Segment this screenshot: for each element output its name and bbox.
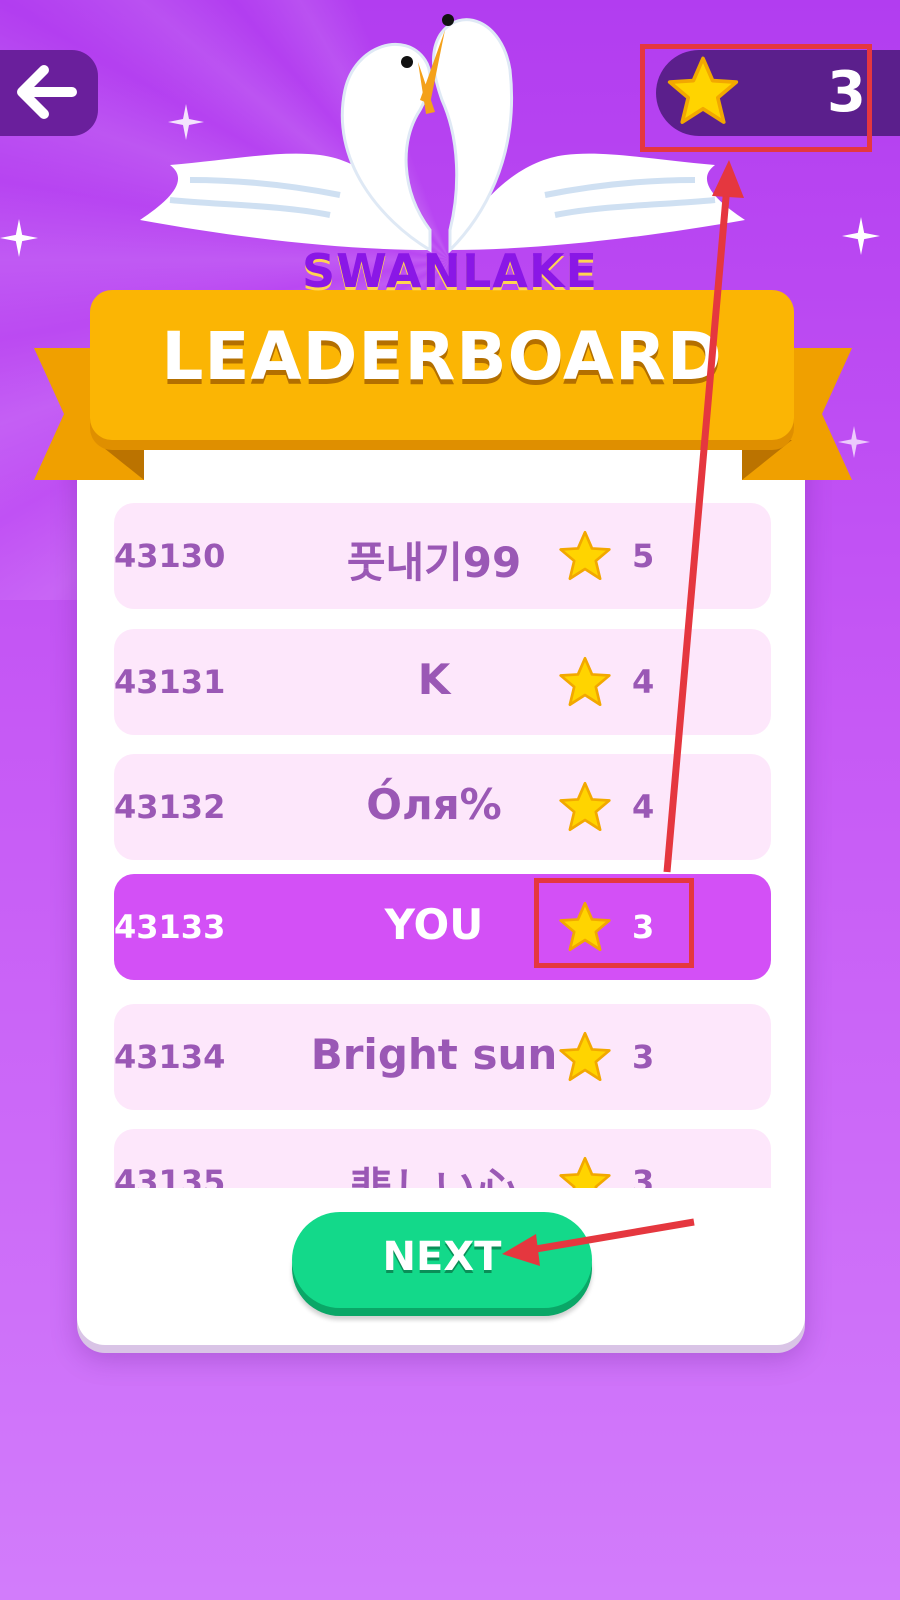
player-score: 4 xyxy=(632,663,655,701)
annotation-box-player-score xyxy=(534,878,694,968)
annotation-box-star-counter xyxy=(640,44,872,152)
level-subtitle: SWANLAKE xyxy=(302,244,598,298)
next-button[interactable]: NEXT xyxy=(292,1212,592,1308)
rank-number: 43132 xyxy=(114,788,226,826)
star-icon xyxy=(559,1156,611,1188)
list-item: 43132 О́ля% 4 xyxy=(114,754,771,860)
star-icon xyxy=(559,530,611,581)
rank-number: 43135 xyxy=(114,1163,226,1188)
arrow-left-icon xyxy=(17,65,77,119)
player-name: 풋내기99 xyxy=(346,538,522,587)
player-score: 4 xyxy=(632,788,655,826)
rank-number: 43134 xyxy=(114,1038,226,1076)
star-icon xyxy=(559,656,611,707)
player-score: 5 xyxy=(632,537,655,575)
player-score: 3 xyxy=(632,1163,655,1188)
back-button[interactable] xyxy=(0,50,98,136)
next-button-label: NEXT xyxy=(382,1234,502,1280)
star-icon xyxy=(559,781,611,832)
rank-number: 43131 xyxy=(114,663,226,701)
player-name: Bright sun xyxy=(310,1030,558,1079)
list-item: 43131 K 4 xyxy=(114,629,771,735)
player-name: О́ля% xyxy=(366,780,502,829)
player-name: K xyxy=(417,655,451,704)
rank-number: 43130 xyxy=(114,537,226,575)
player-name: 悲しい心 xyxy=(284,1155,584,1188)
list-item: 43134 Bright sun 3 xyxy=(114,1004,771,1110)
leaderboard-list[interactable]: 43130 풋내기99 5 43131 K 4 43132 О́ля% 4 43… xyxy=(114,503,771,1188)
list-item: 43135 悲しい心 3 xyxy=(114,1129,771,1188)
leaderboard-title: LEADERBOARD xyxy=(161,318,723,395)
star-icon xyxy=(559,1031,611,1082)
list-item: 43130 풋내기99 5 xyxy=(114,503,771,609)
player-score: 3 xyxy=(632,1038,655,1076)
rank-number: 43133 xyxy=(114,908,226,946)
